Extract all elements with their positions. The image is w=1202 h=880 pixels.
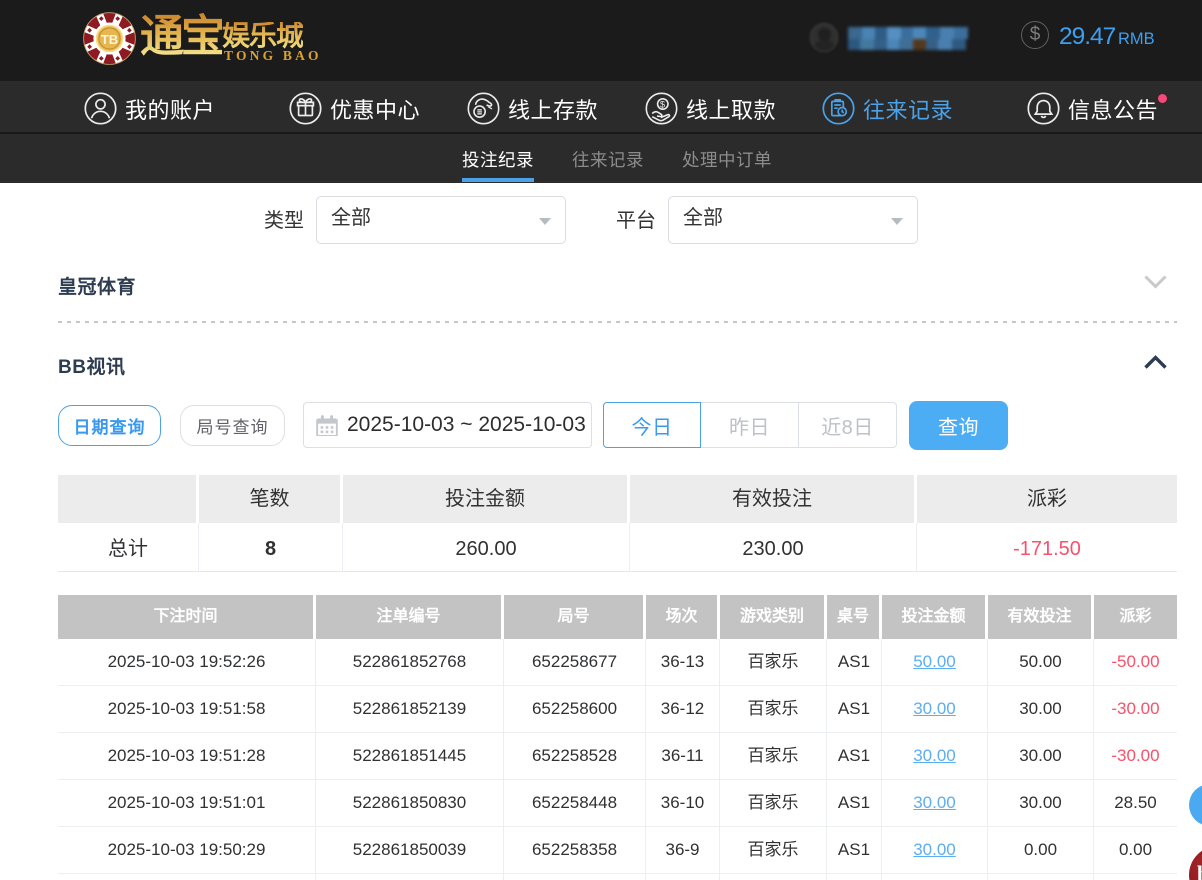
svg-text:$: $ — [660, 99, 666, 109]
svg-text:TB: TB — [101, 32, 118, 47]
